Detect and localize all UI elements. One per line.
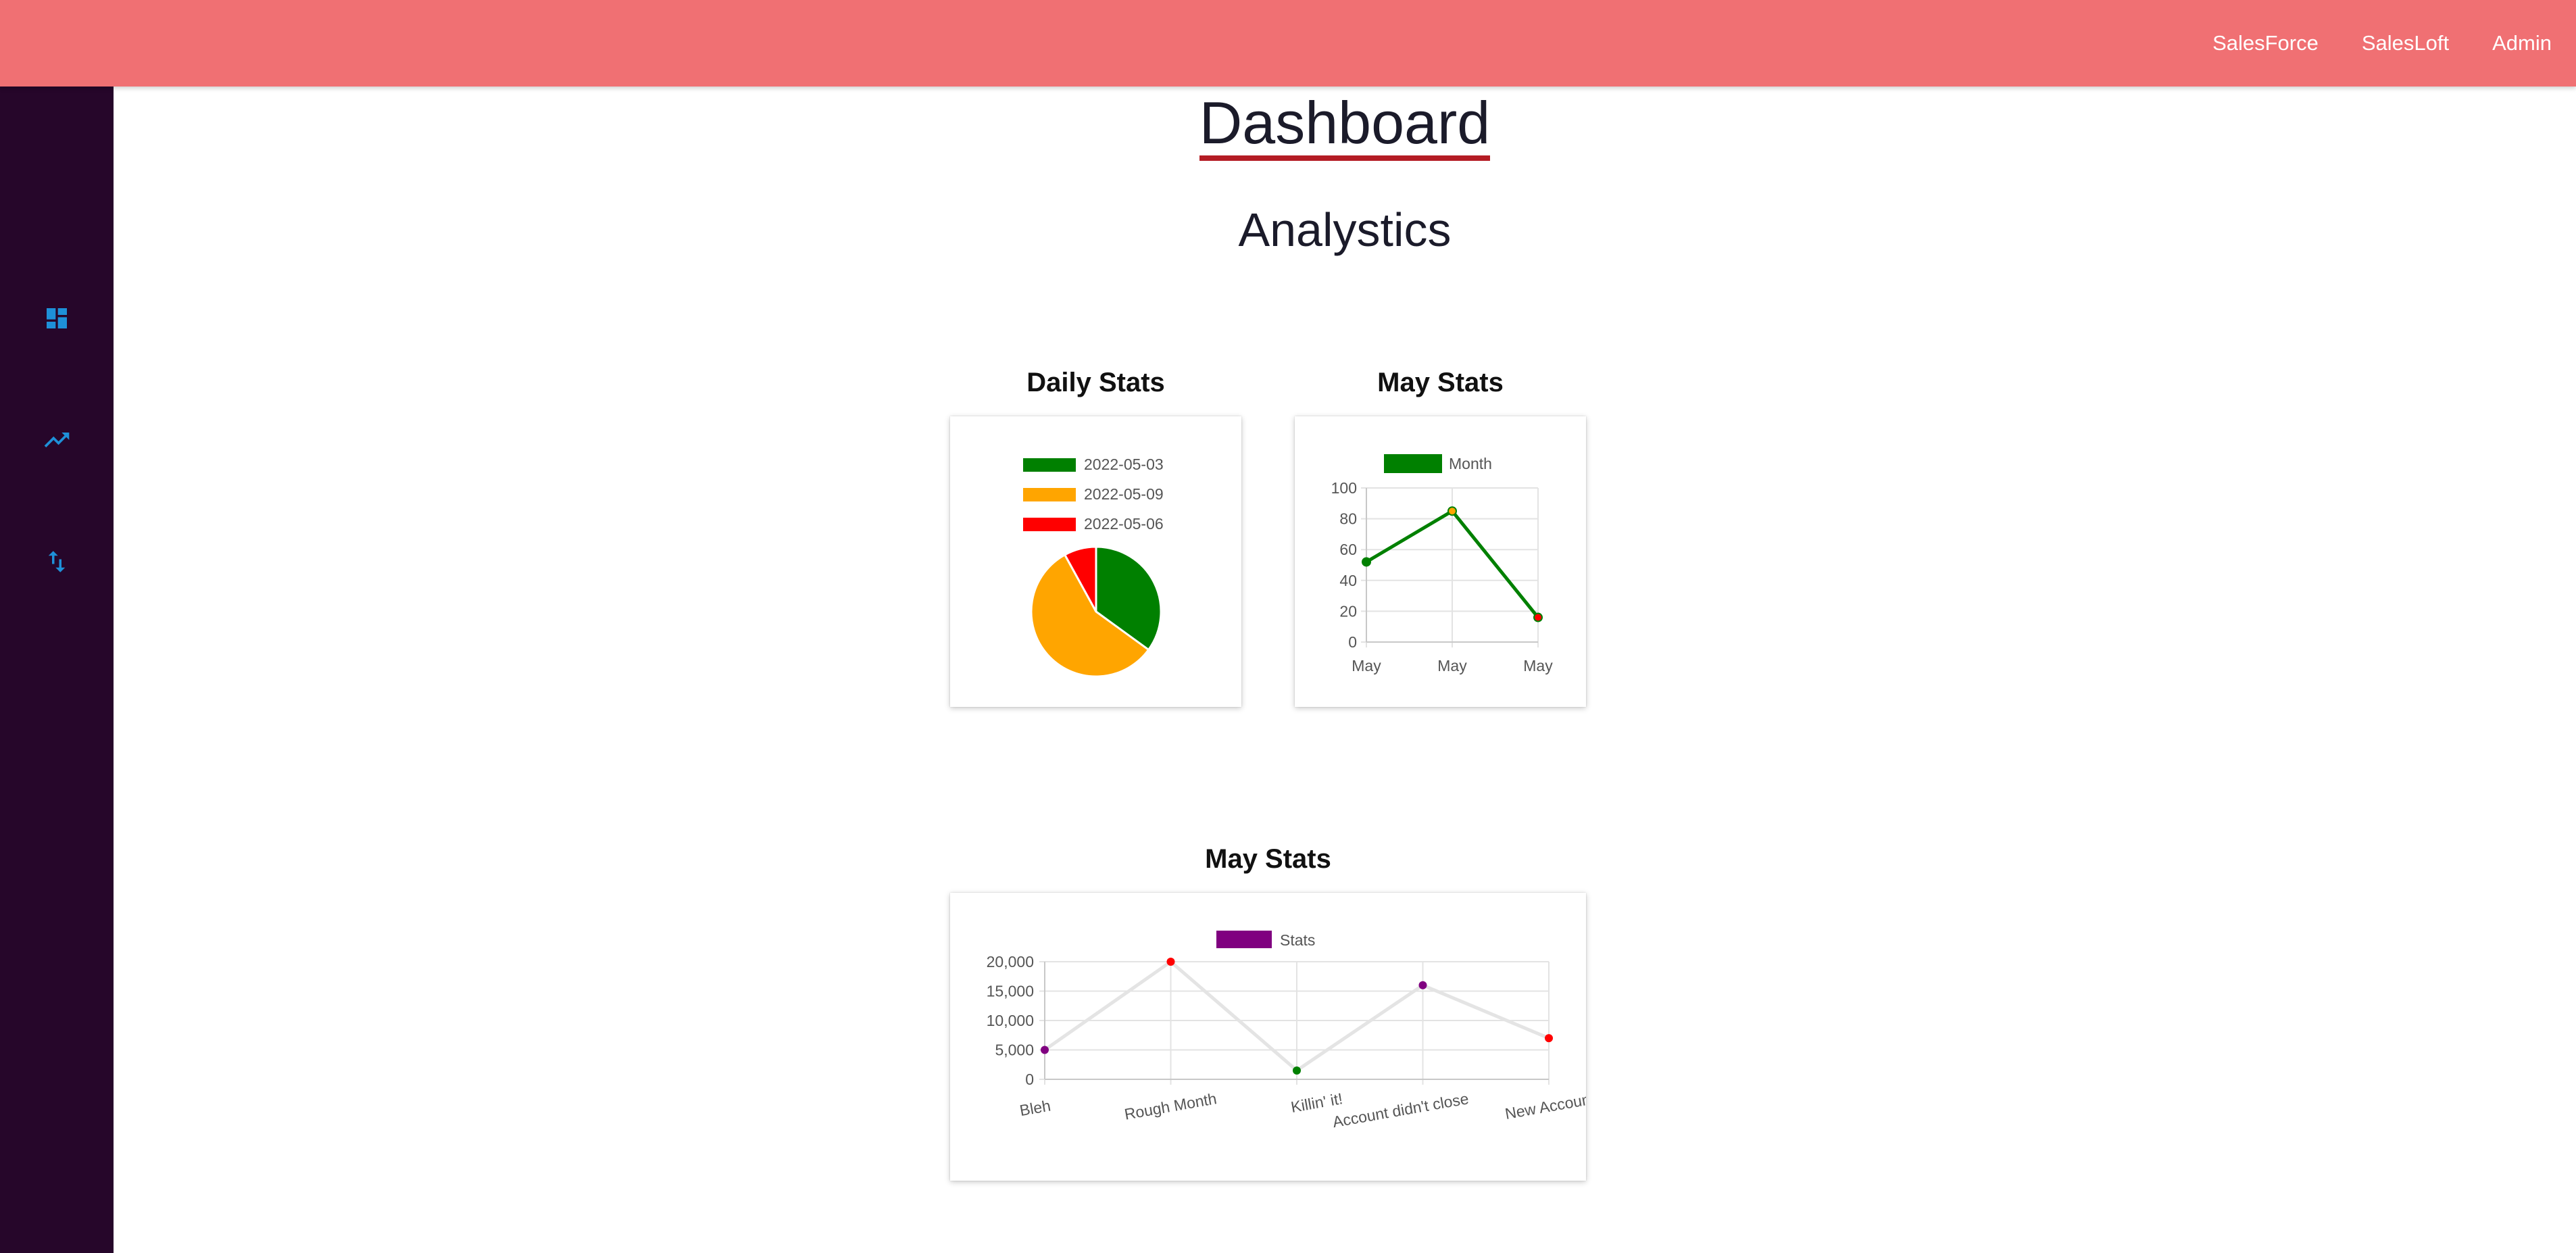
x-tick-label: Bleh — [1018, 1097, 1052, 1120]
y-tick-label: 0 — [1025, 1071, 1034, 1088]
data-point — [1293, 1066, 1301, 1075]
nav-salesloft[interactable]: SalesLoft — [2362, 31, 2449, 55]
legend-label: Month — [1449, 455, 1492, 472]
trending-up-icon — [44, 433, 70, 447]
top-nav: SalesForce SalesLoft Admin — [2169, 0, 2552, 87]
data-point — [1362, 557, 1371, 567]
daily-stats-pie-chart: 2022-05-03 2022-05-09 2022-05-06 — [1023, 456, 1164, 678]
data-point — [1533, 612, 1543, 622]
data-point — [1041, 1046, 1049, 1054]
x-tick-label: Account didn't close — [1331, 1089, 1470, 1131]
page-title: Dashboard — [1199, 91, 1491, 161]
y-tick-label: 0 — [1348, 633, 1357, 651]
legend-label: 2022-05-06 — [1084, 515, 1164, 533]
may-stats-title: May Stats — [1377, 368, 1504, 397]
daily-stats-title: Daily Stats — [1026, 368, 1165, 397]
y-tick-label: 15,000 — [987, 983, 1034, 1000]
legend-swatch — [1023, 518, 1076, 531]
x-tick-label: Rough Month — [1123, 1089, 1218, 1123]
nav-admin[interactable]: Admin — [2492, 31, 2552, 55]
sidebar-item-dashboard[interactable] — [41, 302, 73, 335]
legend-swatch — [1384, 454, 1442, 473]
dashboard-icon — [47, 308, 67, 328]
y-tick-label: 20 — [1339, 602, 1357, 620]
y-tick-label: 80 — [1339, 510, 1357, 528]
x-tick-label: New Account — [1504, 1089, 1586, 1123]
data-point — [1166, 958, 1175, 966]
page-subtitle: Analystics — [1238, 203, 1452, 256]
legend-label: 2022-05-09 — [1084, 485, 1164, 503]
may-stats-bottom-line-chart: Stats 0 5,000 10,000 15,000 20,000 Bleh Rough M… — [987, 931, 1596, 1131]
data-point — [1418, 981, 1427, 989]
sidebar-item-trends[interactable] — [41, 424, 73, 456]
may-stats-bottom-card: Stats 0 5,000 10,000 15,000 20,000 Bleh Rough M… — [950, 893, 1596, 1181]
top-app-bar: SalesForce SalesLoft Admin — [0, 0, 2576, 87]
y-tick-label: 10,000 — [987, 1012, 1034, 1029]
x-tick-label: May — [1352, 657, 1381, 674]
y-tick-label: 40 — [1339, 572, 1357, 589]
legend-swatch — [1216, 931, 1272, 948]
legend-label: Stats — [1280, 931, 1315, 949]
y-tick-label: 20,000 — [987, 953, 1034, 971]
x-tick-label: Killin' it! — [1289, 1089, 1344, 1116]
y-tick-label: 100 — [1331, 479, 1357, 497]
swap-vert-icon — [48, 551, 66, 572]
legend-swatch — [1023, 488, 1076, 501]
legend-swatch — [1023, 458, 1076, 472]
may-stats-line-chart: Month 0 20 40 60 80 100 May May May — [1331, 454, 1553, 674]
sidebar — [0, 87, 114, 1253]
data-point — [1447, 506, 1457, 516]
nav-salesforce[interactable]: SalesForce — [2212, 31, 2319, 55]
y-tick-label: 5,000 — [995, 1041, 1034, 1059]
daily-stats-card: 2022-05-03 2022-05-09 2022-05-06 — [950, 416, 1241, 707]
may-stats-card: Month 0 20 40 60 80 100 May May May — [1295, 416, 1586, 707]
y-tick-label: 60 — [1339, 541, 1357, 558]
data-point — [1545, 1034, 1553, 1043]
x-tick-label: May — [1437, 657, 1467, 674]
legend-label: 2022-05-03 — [1084, 456, 1164, 473]
may-stats-bottom-title: May Stats — [1205, 844, 1331, 874]
main-content: Dashboard Analystics Daily Stats 2022-05… — [114, 87, 2576, 1253]
sidebar-item-transfers[interactable] — [41, 545, 73, 578]
x-tick-label: May — [1523, 657, 1553, 674]
